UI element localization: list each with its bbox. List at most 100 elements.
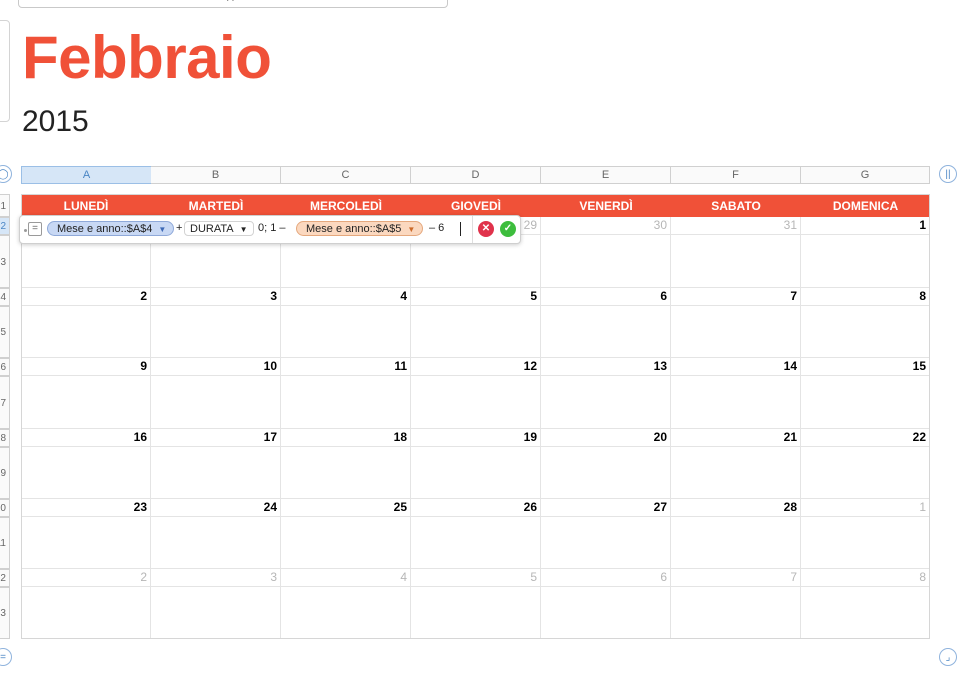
day-notes-cell[interactable] — [281, 376, 411, 429]
day-notes-cell[interactable] — [411, 517, 541, 569]
day-notes-cell[interactable] — [151, 587, 281, 639]
day-number-cell[interactable]: 8 — [801, 569, 930, 587]
row-header-9[interactable]: 9 — [0, 447, 10, 499]
day-number-cell[interactable]: 14 — [671, 358, 801, 376]
chevron-down-icon[interactable]: ▼ — [407, 225, 415, 234]
weekday-monday[interactable]: LUNEDÌ — [21, 194, 151, 217]
day-notes-cell[interactable] — [151, 447, 281, 499]
row-header-10[interactable]: 10 — [0, 499, 10, 517]
day-number-cell[interactable]: 22 — [801, 429, 930, 447]
day-number-cell[interactable]: 21 — [671, 429, 801, 447]
day-number-cell[interactable]: 18 — [281, 429, 411, 447]
day-number-cell[interactable]: 8 — [801, 288, 930, 306]
day-notes-cell[interactable] — [21, 306, 151, 358]
column-header-e[interactable]: E — [541, 166, 671, 184]
day-notes-cell[interactable] — [801, 306, 930, 358]
day-notes-cell[interactable] — [281, 587, 411, 639]
row-header-12[interactable]: 12 — [0, 569, 10, 587]
row-header-13[interactable]: 13 — [0, 587, 10, 639]
day-number-cell[interactable]: 26 — [411, 499, 541, 517]
day-notes-cell[interactable] — [801, 587, 930, 639]
weekday-thursday[interactable]: GIOVEDÌ — [411, 194, 541, 217]
row-header-1[interactable]: 1 — [0, 194, 10, 217]
day-number-cell[interactable]: 9 — [21, 358, 151, 376]
day-number-cell[interactable]: 4 — [281, 288, 411, 306]
day-notes-cell[interactable] — [281, 517, 411, 569]
function-token-durata[interactable]: DURATA ▼ — [184, 221, 254, 236]
day-notes-cell[interactable] — [541, 235, 671, 288]
day-notes-cell[interactable] — [541, 517, 671, 569]
day-notes-cell[interactable] — [411, 376, 541, 429]
day-notes-cell[interactable] — [21, 376, 151, 429]
row-header-11[interactable]: 11 — [0, 517, 10, 569]
day-number-cell[interactable]: 11 — [281, 358, 411, 376]
day-number-cell[interactable]: 7 — [671, 288, 801, 306]
day-notes-cell[interactable] — [541, 587, 671, 639]
accept-icon[interactable]: ✓ — [500, 221, 516, 237]
day-number-cell[interactable]: 1 — [801, 217, 930, 235]
day-notes-cell[interactable] — [671, 235, 801, 288]
day-number-cell[interactable]: 2 — [21, 569, 151, 587]
day-notes-cell[interactable] — [801, 447, 930, 499]
column-header-f[interactable]: F — [671, 166, 801, 184]
day-notes-cell[interactable] — [21, 447, 151, 499]
drag-handle-icon[interactable] — [24, 229, 27, 232]
day-notes-cell[interactable] — [801, 235, 930, 288]
weekday-tuesday[interactable]: MARTEDÌ — [151, 194, 281, 217]
day-notes-cell[interactable] — [151, 517, 281, 569]
day-notes-cell[interactable] — [801, 376, 930, 429]
cancel-icon[interactable]: ✕ — [478, 221, 494, 237]
weekday-friday[interactable]: VENERDÌ — [541, 194, 671, 217]
day-number-cell[interactable]: 30 — [541, 217, 671, 235]
day-number-cell[interactable]: 7 — [671, 569, 801, 587]
day-number-cell[interactable]: 19 — [411, 429, 541, 447]
weekday-saturday[interactable]: SABATO — [671, 194, 801, 217]
row-header-8[interactable]: 8 — [0, 429, 10, 447]
day-number-cell[interactable]: 6 — [541, 569, 671, 587]
day-notes-cell[interactable] — [541, 447, 671, 499]
day-number-cell[interactable]: 3 — [151, 569, 281, 587]
column-resize-icon[interactable]: || — [939, 165, 957, 183]
day-number-cell[interactable]: 3 — [151, 288, 281, 306]
year-label[interactable]: 2015 — [22, 102, 89, 142]
chevron-down-icon[interactable]: ▼ — [158, 225, 166, 234]
column-header-d[interactable]: D — [411, 166, 541, 184]
day-notes-cell[interactable] — [281, 447, 411, 499]
table-handle-icon[interactable]: ◯ — [0, 165, 12, 183]
day-number-cell[interactable]: 23 — [21, 499, 151, 517]
column-header-b[interactable]: B — [151, 166, 281, 184]
day-number-cell[interactable]: 31 — [671, 217, 801, 235]
row-header-5[interactable]: 5 — [0, 306, 10, 358]
day-number-cell[interactable]: 17 — [151, 429, 281, 447]
day-number-cell[interactable]: 1 — [801, 499, 930, 517]
day-number-cell[interactable]: 20 — [541, 429, 671, 447]
day-notes-cell[interactable] — [671, 306, 801, 358]
table-tab[interactable]: A — [18, 0, 448, 8]
day-number-cell[interactable]: 2 — [21, 288, 151, 306]
column-header-g[interactable]: G — [801, 166, 930, 184]
table-corner-resize-icon[interactable]: ⌟ — [939, 648, 957, 666]
day-number-cell[interactable]: 24 — [151, 499, 281, 517]
row-header-7[interactable]: 7 — [0, 376, 10, 429]
row-header-2[interactable]: 2 — [0, 217, 10, 235]
day-notes-cell[interactable] — [21, 517, 151, 569]
row-header-3[interactable]: 3 — [0, 235, 10, 288]
chevron-down-icon[interactable]: ▼ — [240, 225, 248, 234]
reference-token-a4[interactable]: Mese e anno::$A$4 ▼ — [47, 221, 174, 236]
column-header-c[interactable]: C — [281, 166, 411, 184]
day-number-cell[interactable]: 4 — [281, 569, 411, 587]
day-number-cell[interactable]: 5 — [411, 288, 541, 306]
day-number-cell[interactable]: 6 — [541, 288, 671, 306]
column-header-a[interactable]: A — [21, 166, 152, 184]
day-notes-cell[interactable] — [671, 376, 801, 429]
add-row-icon[interactable]: = — [0, 648, 12, 666]
day-notes-cell[interactable] — [151, 306, 281, 358]
day-number-cell[interactable]: 16 — [21, 429, 151, 447]
day-number-cell[interactable]: 25 — [281, 499, 411, 517]
day-notes-cell[interactable] — [671, 517, 801, 569]
day-notes-cell[interactable] — [151, 376, 281, 429]
day-notes-cell[interactable] — [541, 306, 671, 358]
day-number-cell[interactable]: 12 — [411, 358, 541, 376]
day-notes-cell[interactable] — [541, 376, 671, 429]
day-number-cell[interactable]: 13 — [541, 358, 671, 376]
